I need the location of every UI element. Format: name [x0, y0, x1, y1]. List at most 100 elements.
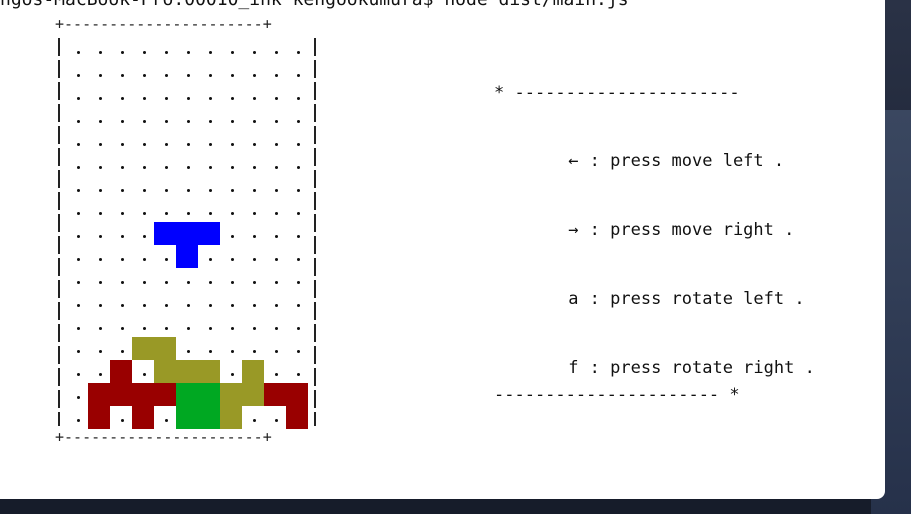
- empty-cell: [110, 130, 132, 153]
- empty-cell: [88, 337, 110, 360]
- empty-cell: [110, 38, 132, 61]
- empty-cell: [242, 61, 264, 84]
- empty-cell: [220, 222, 242, 245]
- stacked-block-red: [286, 406, 308, 429]
- empty-cell: [198, 38, 220, 61]
- empty-cell: [286, 268, 308, 291]
- help-item-text: : press move right .: [579, 220, 795, 240]
- empty-cell: [286, 107, 308, 130]
- empty-cell: [264, 291, 286, 314]
- empty-cell: [198, 61, 220, 84]
- empty-cell: [88, 84, 110, 107]
- stacked-block-red: [88, 383, 110, 406]
- empty-cell: [286, 38, 308, 61]
- empty-cell: [66, 199, 88, 222]
- empty-cell: [110, 222, 132, 245]
- shell-prompt-line: ngos-MacBook-Pro:00010_ink kengookumura$…: [0, 0, 629, 11]
- empty-cell: [88, 38, 110, 61]
- empty-cell: [286, 245, 308, 268]
- falling-block-cell: [154, 222, 176, 245]
- empty-cell: [110, 291, 132, 314]
- falling-block-cell: [198, 222, 220, 245]
- empty-cell: [132, 199, 154, 222]
- stacked-block-red: [286, 383, 308, 406]
- empty-cell: [176, 291, 198, 314]
- empty-cell: [110, 84, 132, 107]
- board-frame-top: +----------------------+: [55, 15, 272, 33]
- empty-cell: [132, 107, 154, 130]
- arrow-right-icon: →: [568, 220, 579, 240]
- help-bottom-rule: ---------------------- *: [494, 385, 740, 405]
- empty-cell: [66, 107, 88, 130]
- stacked-block-olive: [220, 383, 242, 406]
- empty-cell: [198, 314, 220, 337]
- empty-cell: [220, 130, 242, 153]
- empty-cell: [176, 314, 198, 337]
- empty-cell: [66, 337, 88, 360]
- empty-cell: [176, 176, 198, 199]
- empty-cell: [154, 291, 176, 314]
- empty-cell: [176, 107, 198, 130]
- help-item-text: : press rotate right .: [579, 358, 815, 378]
- arrow-left-icon: ←: [568, 151, 579, 171]
- empty-cell: [88, 130, 110, 153]
- empty-cell: [176, 153, 198, 176]
- stacked-block-olive: [154, 360, 176, 383]
- empty-cell: [154, 153, 176, 176]
- empty-cell: [154, 406, 176, 429]
- help-top-rule: * ----------------------: [494, 83, 740, 103]
- empty-cell: [154, 245, 176, 268]
- empty-cell: [264, 107, 286, 130]
- empty-cell: [286, 360, 308, 383]
- empty-cell: [264, 176, 286, 199]
- empty-cell: [286, 176, 308, 199]
- empty-cell: [66, 291, 88, 314]
- empty-cell: [264, 130, 286, 153]
- empty-cell: [220, 314, 242, 337]
- empty-cell: [88, 222, 110, 245]
- help-item-key: f: [568, 358, 579, 378]
- help-item-move-left: ← : press move left .: [506, 128, 784, 194]
- empty-cell: [132, 130, 154, 153]
- empty-cell: [132, 314, 154, 337]
- empty-cell: [242, 107, 264, 130]
- empty-cell: [66, 176, 88, 199]
- empty-cell: [110, 337, 132, 360]
- empty-cell: [66, 314, 88, 337]
- stacked-block-red: [88, 406, 110, 429]
- empty-cell: [220, 245, 242, 268]
- empty-cell: [176, 337, 198, 360]
- stacked-block-red: [132, 406, 154, 429]
- empty-cell: [264, 199, 286, 222]
- empty-cell: [264, 38, 286, 61]
- empty-cell: [242, 199, 264, 222]
- terminal-window[interactable]: ngos-MacBook-Pro:00010_ink kengookumura$…: [0, 0, 885, 499]
- empty-cell: [264, 61, 286, 84]
- empty-cell: [198, 84, 220, 107]
- stacked-block-red: [264, 383, 286, 406]
- empty-cell: [286, 337, 308, 360]
- stacked-block-olive: [220, 406, 242, 429]
- empty-cell: [220, 268, 242, 291]
- board-frame-left: [58, 38, 60, 426]
- empty-cell: [154, 130, 176, 153]
- empty-cell: [242, 406, 264, 429]
- empty-cell: [88, 360, 110, 383]
- empty-cell: [242, 291, 264, 314]
- empty-cell: [264, 314, 286, 337]
- empty-cell: [110, 314, 132, 337]
- empty-cell: [220, 176, 242, 199]
- empty-cell: [154, 107, 176, 130]
- empty-cell: [154, 268, 176, 291]
- empty-cell: [154, 314, 176, 337]
- empty-cell: [198, 245, 220, 268]
- stacked-block-red: [110, 383, 132, 406]
- empty-cell: [264, 360, 286, 383]
- empty-cell: [132, 360, 154, 383]
- empty-cell: [286, 314, 308, 337]
- stacked-block-red: [132, 383, 154, 406]
- empty-cell: [264, 406, 286, 429]
- empty-cell: [154, 38, 176, 61]
- empty-cell: [220, 84, 242, 107]
- empty-cell: [198, 291, 220, 314]
